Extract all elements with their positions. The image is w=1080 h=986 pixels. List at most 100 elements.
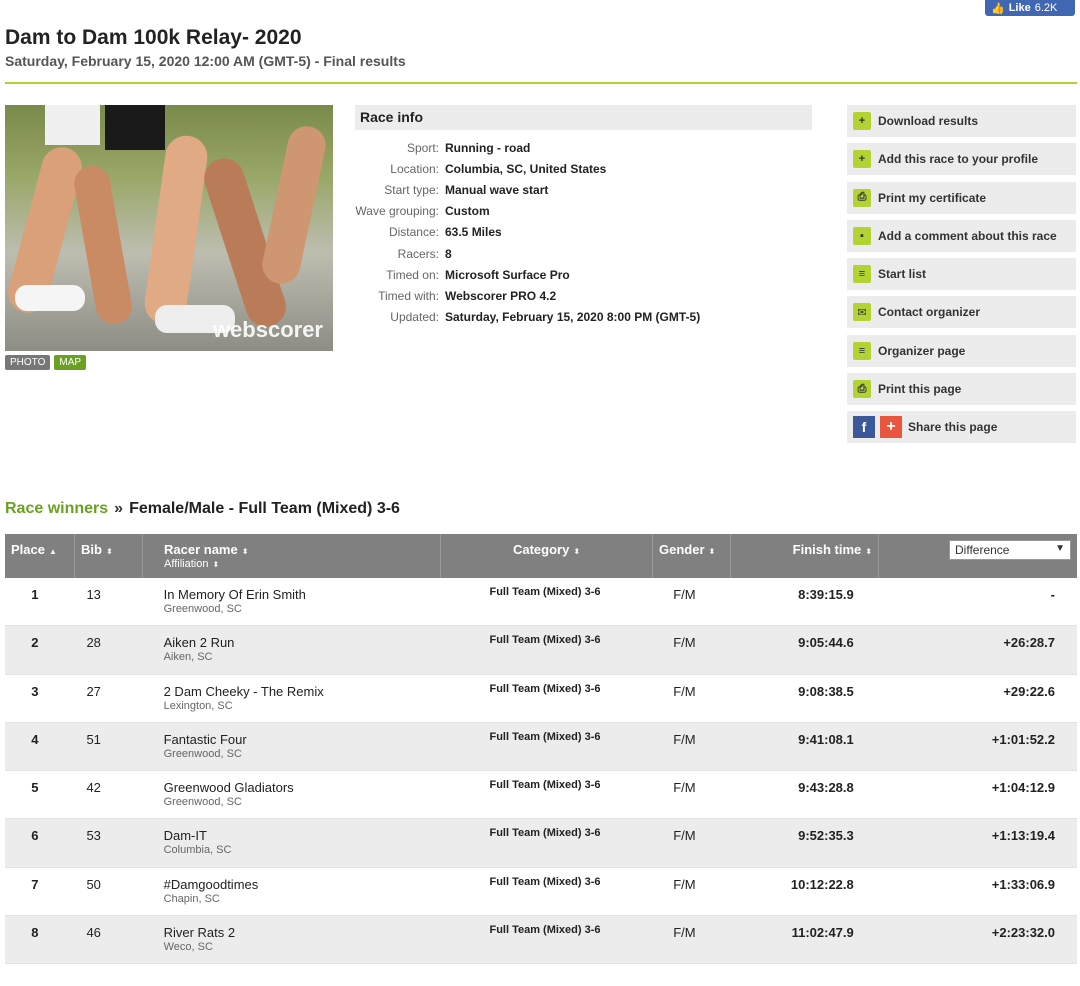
cell-gender: F/M — [673, 780, 696, 796]
cell-bib: 51 — [86, 731, 101, 747]
cell-difference: +1:13:19.4 — [991, 828, 1055, 844]
print-page-button[interactable]: ⎙ Print this page — [847, 373, 1076, 406]
organizer-page-button[interactable]: ≡ Organizer page — [847, 334, 1076, 367]
table-row[interactable]: 2 28 Aiken 2 Run Aiken, SC Full Team (Mixed)… — [5, 626, 1077, 675]
cell-racer: #Damgoodtimes Chapin, SC — [143, 868, 440, 915]
sort-icon: ⬍ — [212, 560, 220, 569]
table-row[interactable]: 8 46 River Rats 2 Weco, SC Full Team (Mixed)… — [5, 916, 1077, 965]
header-difference: Difference ▼ — [879, 534, 1077, 578]
difference-select[interactable]: Difference ▼ — [949, 540, 1071, 560]
info-row-updated: Updated: Saturday, February 15, 2020 8:00… — [390, 310, 701, 325]
cell-difference: +1:01:52.2 — [991, 731, 1055, 747]
cell-category: Full Team (Mixed) 3-6 — [489, 875, 601, 888]
cell-bib: 28 — [86, 635, 101, 651]
add-race-button[interactable]: + Add this race to your profile — [847, 143, 1076, 176]
document-icon: ≡ — [853, 265, 871, 284]
cell-bib: 27 — [86, 683, 101, 699]
cell-place: 2 — [31, 635, 39, 651]
table-row[interactable]: 4 51 Fantastic Four Greenwood, SC Full Team … — [5, 722, 1077, 772]
race-info-panel: Race info Sport: Running - road Location:… — [355, 105, 812, 328]
cell-finish-time: 9:41:08.1 — [798, 731, 854, 747]
plus-icon: + — [853, 150, 871, 169]
cell-category: Full Team (Mixed) 3-6 — [489, 827, 601, 840]
cell-finish-time: 10:12:22.8 — [790, 876, 854, 892]
cell-racer: Aiken 2 Run Aiken, SC — [143, 626, 440, 673]
document-icon: ≡ — [853, 341, 871, 360]
racer-name[interactable]: River Rats 2 — [164, 925, 236, 940]
header-affiliation[interactable]: Affiliation ⬍ — [164, 558, 434, 570]
cell-bib: 13 — [86, 587, 101, 602]
racer-name[interactable]: Greenwood Gladiators — [164, 780, 294, 795]
header-category[interactable]: Category ⬍ — [441, 534, 653, 578]
start-list-button[interactable]: ≡ Start list — [847, 258, 1076, 291]
cell-place: 4 — [31, 731, 39, 747]
table-row[interactable]: 3 27 2 Dam Cheeky - The Remix Lexington, SC… — [5, 675, 1077, 723]
printer-icon: ⎙ — [853, 188, 871, 207]
print-certificate-button[interactable]: ⎙ Print my certificate — [847, 181, 1076, 214]
sort-icon: ⬍ — [865, 547, 872, 556]
photo-tabs: PHOTO MAP — [5, 355, 87, 370]
table-row[interactable]: 7 50 #Damgoodtimes Chapin, SC Full Team (Mix… — [5, 868, 1077, 917]
plus-icon: + — [853, 112, 871, 130]
racer-name[interactable]: In Memory Of Erin Smith — [164, 587, 306, 602]
race-photo[interactable]: webscorer — [5, 105, 333, 351]
cell-racer: In Memory Of Erin Smith Greenwood, SC — [143, 578, 440, 625]
racer-affiliation: Greenwood, SC — [163, 747, 242, 760]
header-racer-name[interactable]: Racer name ⬍ Affiliation ⬍ — [143, 534, 441, 578]
cell-gender: F/M — [673, 587, 696, 602]
printer-icon: ⎙ — [853, 380, 871, 399]
cell-difference: +26:28.7 — [1003, 635, 1055, 651]
map-tab[interactable]: MAP — [54, 355, 87, 370]
racer-name[interactable]: 2 Dam Cheeky - The Remix — [164, 684, 324, 699]
facebook-icon: f — [853, 416, 875, 439]
info-row-timed-on: Timed on: Microsoft Surface Pro — [386, 267, 570, 282]
cell-racer: Greenwood Gladiators Greenwood, SC — [143, 771, 440, 818]
table-row[interactable]: 1 13 In Memory Of Erin Smith Greenwood, SC F… — [5, 578, 1077, 627]
table-row[interactable]: 6 53 Dam-IT Columbia, SC Full Team (Mixed) 3… — [5, 819, 1077, 868]
cell-finish-time: 9:08:38.5 — [798, 683, 854, 699]
race-winners-link[interactable]: Race winners — [5, 500, 108, 517]
cell-gender: F/M — [673, 683, 696, 699]
cell-difference: +2:23:32.0 — [991, 925, 1055, 941]
download-results-button[interactable]: + Download results — [847, 105, 1076, 137]
add-comment-button[interactable]: ▪ Add a comment about this race — [847, 219, 1076, 252]
table-row[interactable]: 5 42 Greenwood Gladiators Greenwood, SC Full… — [5, 771, 1077, 820]
header-bib[interactable]: Bib ⬍ — [75, 534, 143, 578]
cell-category: Full Team (Mixed) 3-6 — [489, 924, 601, 937]
racer-name[interactable]: Dam-IT — [164, 828, 207, 843]
racer-name[interactable]: #Damgoodtimes — [164, 877, 259, 892]
header-finish-time[interactable]: Finish time ⬍ — [731, 534, 879, 578]
racer-name[interactable]: Fantastic Four — [164, 732, 247, 747]
racer-affiliation: Weco, SC — [163, 941, 213, 954]
cell-difference: +1:04:12.9 — [991, 780, 1055, 796]
racer-affiliation: Greenwood, SC — [163, 603, 242, 615]
header-gender[interactable]: Gender ⬍ — [653, 534, 731, 578]
racer-affiliation: Lexington, SC — [163, 699, 233, 712]
facebook-like-button[interactable]: 👍 Like 6.2K — [985, 0, 1075, 16]
race-winners-breadcrumb: Race winners» Female/Male - Full Team (Mi… — [5, 500, 400, 517]
dropdown-arrow-icon: ▼ — [1055, 543, 1065, 554]
cell-finish-time: 9:43:28.8 — [798, 780, 854, 796]
cell-bib: 46 — [86, 925, 101, 941]
racer-name[interactable]: Aiken 2 Run — [164, 635, 235, 650]
cell-place: 5 — [31, 780, 39, 796]
cell-bib: 50 — [86, 876, 101, 892]
share-page-button[interactable]: f + Share this page — [847, 411, 1076, 444]
racer-affiliation: Columbia, SC — [163, 844, 232, 857]
sort-asc-icon: ▲ — [48, 547, 57, 556]
cell-bib: 42 — [86, 780, 101, 796]
cell-gender: F/M — [673, 876, 696, 892]
contact-organizer-button[interactable]: ✉ Contact organizer — [847, 296, 1076, 329]
cell-place: 6 — [31, 828, 39, 844]
cell-gender: F/M — [673, 828, 696, 844]
comment-icon: ▪ — [853, 226, 871, 245]
cell-category: Full Team (Mixed) 3-6 — [489, 730, 601, 743]
photo-tab[interactable]: PHOTO — [5, 355, 51, 370]
header-place[interactable]: Place ▲ — [5, 534, 75, 578]
photo-watermark: webscorer — [212, 317, 323, 342]
like-count: 6.2K — [1034, 2, 1058, 14]
info-row-location: Location: Columbia, SC, United States — [390, 161, 607, 176]
cell-difference: - — [1050, 587, 1055, 602]
page-subtitle: Saturday, February 15, 2020 12:00 AM (GM… — [5, 53, 406, 69]
like-label: Like — [1008, 2, 1031, 14]
